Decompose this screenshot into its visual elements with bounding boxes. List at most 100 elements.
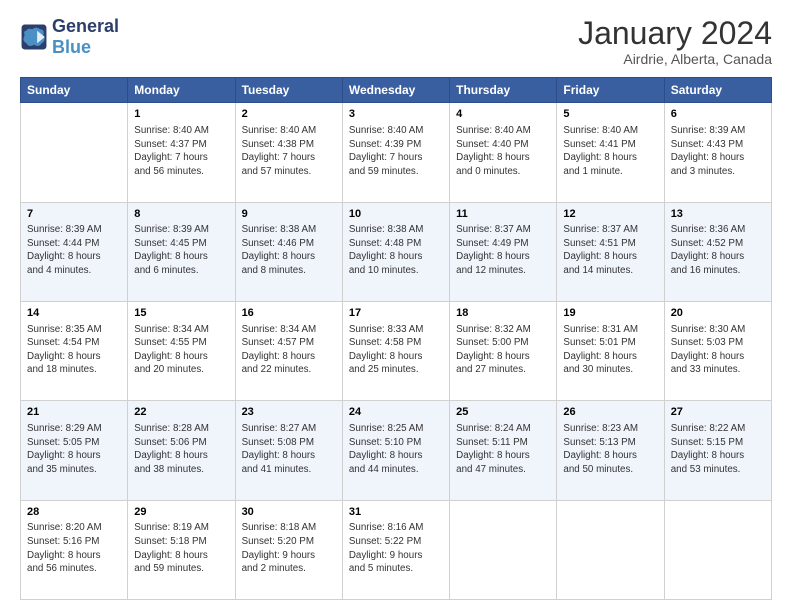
day-info: Sunrise: 8:23 AMSunset: 5:13 PMDaylight:… (563, 422, 657, 476)
day-number: 26 (563, 405, 657, 420)
calendar-cell: 10Sunrise: 8:38 AMSunset: 4:48 PMDayligh… (342, 202, 449, 301)
calendar-cell: 28Sunrise: 8:20 AMSunset: 5:16 PMDayligh… (21, 500, 128, 599)
calendar-week-row: 28Sunrise: 8:20 AMSunset: 5:16 PMDayligh… (21, 500, 772, 599)
day-info: Sunrise: 8:40 AMSunset: 4:39 PMDaylight:… (349, 124, 443, 178)
logo: General Blue (20, 16, 119, 57)
calendar-day-header: Wednesday (342, 78, 449, 103)
day-info: Sunrise: 8:36 AMSunset: 4:52 PMDaylight:… (671, 223, 765, 277)
title-block: January 2024 Airdrie, Alberta, Canada (578, 16, 772, 67)
day-info: Sunrise: 8:18 AMSunset: 5:20 PMDaylight:… (242, 521, 336, 575)
calendar-cell: 18Sunrise: 8:32 AMSunset: 5:00 PMDayligh… (450, 301, 557, 400)
day-number: 9 (242, 207, 336, 222)
calendar-cell: 4 Sunrise: 8:40 AMSunset: 4:40 PMDaylight… (450, 103, 557, 202)
day-info: Sunrise: 8:38 AMSunset: 4:46 PMDaylight:… (242, 223, 336, 277)
day-number: 3 (349, 107, 443, 122)
calendar-header-row: SundayMondayTuesdayWednesdayThursdayFrid… (21, 78, 772, 103)
day-info: Sunrise: 8:16 AMSunset: 5:22 PMDaylight:… (349, 521, 443, 575)
day-number: 27 (671, 405, 765, 420)
calendar-cell: 14Sunrise: 8:35 AMSunset: 4:54 PMDayligh… (21, 301, 128, 400)
calendar-day-header: Tuesday (235, 78, 342, 103)
calendar-cell: 20Sunrise: 8:30 AMSunset: 5:03 PMDayligh… (664, 301, 771, 400)
day-number: 20 (671, 306, 765, 321)
month-title: January 2024 (578, 16, 772, 51)
day-number: 30 (242, 505, 336, 520)
calendar-cell: 31Sunrise: 8:16 AMSunset: 5:22 PMDayligh… (342, 500, 449, 599)
day-number: 12 (563, 207, 657, 222)
header: General Blue January 2024 Airdrie, Alber… (20, 16, 772, 67)
calendar-cell: 7Sunrise: 8:39 AMSunset: 4:44 PMDaylight… (21, 202, 128, 301)
calendar-cell: 21Sunrise: 8:29 AMSunset: 5:05 PMDayligh… (21, 401, 128, 500)
day-number: 29 (134, 505, 228, 520)
calendar-day-header: Thursday (450, 78, 557, 103)
calendar-cell: 26 Sunrise: 8:23 AMSunset: 5:13 PMDayligh… (557, 401, 664, 500)
calendar-cell: 27 Sunrise: 8:22 AMSunset: 5:15 PMDayligh… (664, 401, 771, 500)
calendar-cell (21, 103, 128, 202)
day-info: Sunrise: 8:39 AMSunset: 4:43 PMDaylight:… (671, 124, 765, 178)
calendar-table: SundayMondayTuesdayWednesdayThursdayFrid… (20, 77, 772, 600)
calendar-cell: 23Sunrise: 8:27 AMSunset: 5:08 PMDayligh… (235, 401, 342, 500)
day-number: 31 (349, 505, 443, 520)
calendar-cell: 2 Sunrise: 8:40 AMSunset: 4:38 PMDaylight… (235, 103, 342, 202)
day-number: 10 (349, 207, 443, 222)
calendar-cell (557, 500, 664, 599)
calendar-day-header: Sunday (21, 78, 128, 103)
day-number: 25 (456, 405, 550, 420)
calendar-week-row: 1 Sunrise: 8:40 AMSunset: 4:37 PMDaylight… (21, 103, 772, 202)
day-number: 11 (456, 207, 550, 222)
day-number: 4 (456, 107, 550, 122)
calendar-day-header: Friday (557, 78, 664, 103)
day-info: Sunrise: 8:25 AMSunset: 5:10 PMDaylight:… (349, 422, 443, 476)
calendar-cell: 8Sunrise: 8:39 AMSunset: 4:45 PMDaylight… (128, 202, 235, 301)
day-info: Sunrise: 8:19 AMSunset: 5:18 PMDaylight:… (134, 521, 228, 575)
day-number: 1 (134, 107, 228, 122)
day-info: Sunrise: 8:38 AMSunset: 4:48 PMDaylight:… (349, 223, 443, 277)
day-number: 17 (349, 306, 443, 321)
calendar-cell: 29Sunrise: 8:19 AMSunset: 5:18 PMDayligh… (128, 500, 235, 599)
day-number: 28 (27, 505, 121, 520)
calendar-cell (450, 500, 557, 599)
calendar-cell: 6 Sunrise: 8:39 AMSunset: 4:43 PMDaylight… (664, 103, 771, 202)
day-number: 16 (242, 306, 336, 321)
calendar-cell: 24 Sunrise: 8:25 AMSunset: 5:10 PMDayligh… (342, 401, 449, 500)
day-info: Sunrise: 8:40 AMSunset: 4:40 PMDaylight:… (456, 124, 550, 178)
calendar-cell: 25Sunrise: 8:24 AMSunset: 5:11 PMDayligh… (450, 401, 557, 500)
day-number: 13 (671, 207, 765, 222)
calendar-week-row: 7Sunrise: 8:39 AMSunset: 4:44 PMDaylight… (21, 202, 772, 301)
day-number: 6 (671, 107, 765, 122)
day-number: 15 (134, 306, 228, 321)
calendar-cell: 9Sunrise: 8:38 AMSunset: 4:46 PMDaylight… (235, 202, 342, 301)
calendar-cell: 11Sunrise: 8:37 AMSunset: 4:49 PMDayligh… (450, 202, 557, 301)
day-info: Sunrise: 8:39 AMSunset: 4:44 PMDaylight:… (27, 223, 121, 277)
calendar-cell: 5Sunrise: 8:40 AMSunset: 4:41 PMDaylight… (557, 103, 664, 202)
calendar-cell: 22 Sunrise: 8:28 AMSunset: 5:06 PMDayligh… (128, 401, 235, 500)
calendar-cell: 3 Sunrise: 8:40 AMSunset: 4:39 PMDaylight… (342, 103, 449, 202)
calendar-cell: 30Sunrise: 8:18 AMSunset: 5:20 PMDayligh… (235, 500, 342, 599)
day-info: Sunrise: 8:22 AMSunset: 5:15 PMDaylight:… (671, 422, 765, 476)
calendar-cell (664, 500, 771, 599)
day-info: Sunrise: 8:28 AMSunset: 5:06 PMDaylight:… (134, 422, 228, 476)
day-number: 22 (134, 405, 228, 420)
day-info: Sunrise: 8:34 AMSunset: 4:57 PMDaylight:… (242, 323, 336, 377)
logo-text: General Blue (52, 16, 119, 57)
day-number: 23 (242, 405, 336, 420)
calendar-week-row: 14Sunrise: 8:35 AMSunset: 4:54 PMDayligh… (21, 301, 772, 400)
calendar-cell: 17 Sunrise: 8:33 AMSunset: 4:58 PMDayligh… (342, 301, 449, 400)
day-number: 14 (27, 306, 121, 321)
day-number: 8 (134, 207, 228, 222)
day-info: Sunrise: 8:40 AMSunset: 4:41 PMDaylight:… (563, 124, 657, 178)
day-info: Sunrise: 8:40 AMSunset: 4:37 PMDaylight:… (134, 124, 228, 178)
calendar-cell: 13Sunrise: 8:36 AMSunset: 4:52 PMDayligh… (664, 202, 771, 301)
day-number: 24 (349, 405, 443, 420)
day-number: 2 (242, 107, 336, 122)
day-info: Sunrise: 8:29 AMSunset: 5:05 PMDaylight:… (27, 422, 121, 476)
day-info: Sunrise: 8:37 AMSunset: 4:49 PMDaylight:… (456, 223, 550, 277)
day-info: Sunrise: 8:40 AMSunset: 4:38 PMDaylight:… (242, 124, 336, 178)
day-info: Sunrise: 8:37 AMSunset: 4:51 PMDaylight:… (563, 223, 657, 277)
calendar-cell: 12Sunrise: 8:37 AMSunset: 4:51 PMDayligh… (557, 202, 664, 301)
logo-icon (20, 23, 48, 51)
day-info: Sunrise: 8:33 AMSunset: 4:58 PMDaylight:… (349, 323, 443, 377)
day-info: Sunrise: 8:31 AMSunset: 5:01 PMDaylight:… (563, 323, 657, 377)
calendar-cell: 15Sunrise: 8:34 AMSunset: 4:55 PMDayligh… (128, 301, 235, 400)
calendar-cell: 1 Sunrise: 8:40 AMSunset: 4:37 PMDaylight… (128, 103, 235, 202)
day-info: Sunrise: 8:39 AMSunset: 4:45 PMDaylight:… (134, 223, 228, 277)
